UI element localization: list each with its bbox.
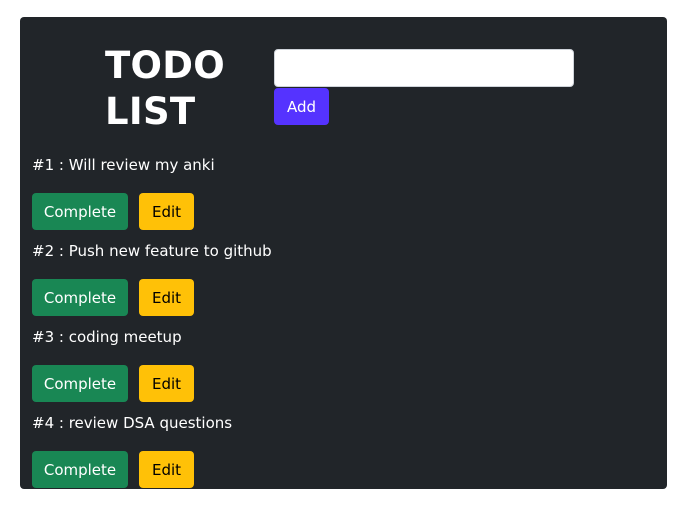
complete-button[interactable]: Complete: [32, 193, 128, 230]
edit-button[interactable]: Edit: [139, 365, 194, 402]
complete-button[interactable]: Complete: [32, 279, 128, 316]
todo-input[interactable]: [274, 49, 574, 87]
todo-list: #1 : Will review my anki Complete Edit #…: [32, 148, 632, 489]
todo-item-3: #3 : coding meetup Complete Edit: [32, 320, 632, 406]
edit-button[interactable]: Edit: [139, 451, 194, 488]
todo-app-card: TODO LIST Add #1 : Will review my anki C…: [20, 17, 667, 489]
edit-button[interactable]: Edit: [139, 193, 194, 230]
todo-item-4: #4 : review DSA questions Complete Edit: [32, 406, 632, 489]
todo-text: #4 : review DSA questions: [32, 414, 233, 432]
todo-text: #2 : Push new feature to github: [32, 242, 272, 260]
title-line-1: TODO: [105, 44, 226, 87]
edit-button[interactable]: Edit: [139, 279, 194, 316]
complete-button[interactable]: Complete: [32, 451, 128, 488]
todo-text: #1 : Will review my anki: [32, 156, 215, 174]
todo-item-1: #1 : Will review my anki Complete Edit: [32, 148, 632, 234]
page-title: TODO LIST: [105, 43, 235, 135]
add-button[interactable]: Add: [274, 88, 329, 125]
complete-button[interactable]: Complete: [32, 365, 128, 402]
todo-text: #3 : coding meetup: [32, 328, 182, 346]
todo-item-2: #2 : Push new feature to github Complete…: [32, 234, 632, 320]
title-line-2: LIST: [105, 90, 196, 133]
